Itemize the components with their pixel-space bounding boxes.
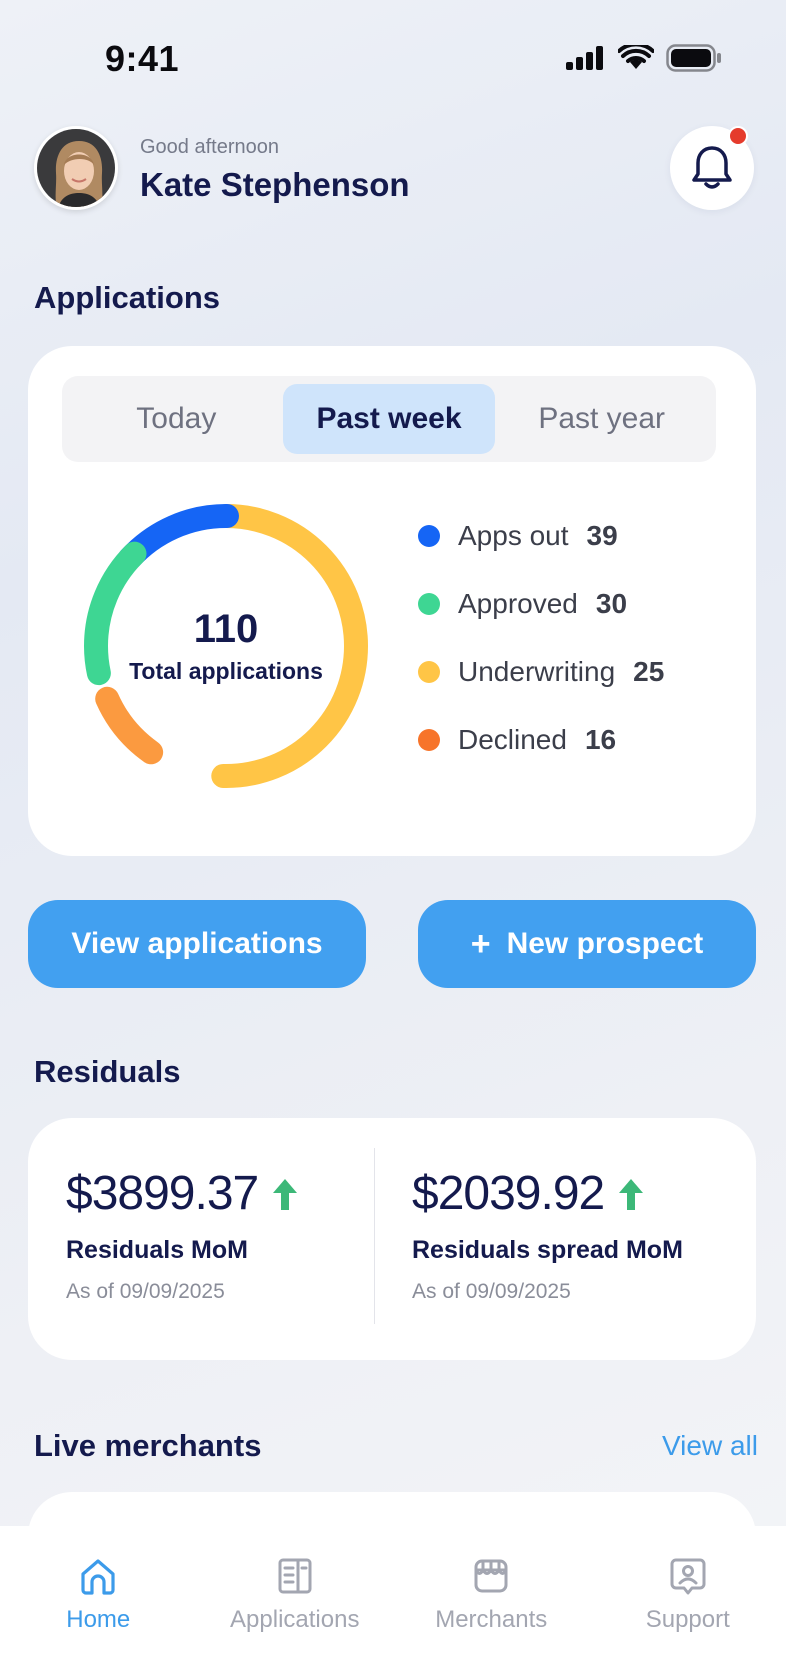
wifi-icon xyxy=(618,45,654,69)
applications-legend: Apps out 39 Approved 30 Underwriting 25 … xyxy=(418,518,664,790)
applications-card: Today Past week Past year 110 Total appl… xyxy=(28,346,756,856)
applications-donut-chart: 110 Total applications xyxy=(76,496,376,796)
legend-label: Apps out xyxy=(458,520,569,551)
tab-today[interactable]: Today xyxy=(70,384,283,454)
tab-applications[interactable]: Applications xyxy=(197,1526,394,1678)
tab-label: Support xyxy=(645,1606,730,1633)
bottom-tab-bar: Home Applications Merchants Support xyxy=(0,1526,786,1678)
legend-item-underwriting: Underwriting 25 xyxy=(418,654,664,690)
legend-value: 25 xyxy=(633,656,665,687)
user-name: Kate Stephenson xyxy=(140,166,410,203)
legend-label: Underwriting xyxy=(458,656,616,687)
residuals-title: Residuals xyxy=(34,1054,181,1089)
view-applications-label: View applications xyxy=(71,927,323,960)
tab-label: Applications xyxy=(230,1606,360,1633)
status-bar: 9:41 xyxy=(0,0,786,120)
tab-past-year[interactable]: Past year xyxy=(495,384,708,454)
battery-icon xyxy=(666,44,721,72)
period-segmented-control: Today Past week Past year xyxy=(62,376,716,462)
tab-past-week[interactable]: Past week xyxy=(282,384,496,454)
residuals-mom-date: As of 09/09/2025 xyxy=(66,1280,225,1303)
view-all-link[interactable]: View all xyxy=(662,1430,758,1462)
residuals-spread-mom: $2039.92 Residuals spread MoM As of 09/0… xyxy=(374,1118,720,1358)
arrow-up-icon xyxy=(273,1178,298,1210)
tab-support[interactable]: Support xyxy=(590,1526,786,1678)
status-icons xyxy=(566,44,722,72)
store-icon xyxy=(474,1559,508,1593)
tab-merchants[interactable]: Merchants xyxy=(393,1526,590,1678)
residuals-spread-amount: $2039.92 xyxy=(412,1167,605,1220)
total-applications-label: Total applications xyxy=(129,658,323,684)
signal-icon xyxy=(566,46,603,70)
greeting-text: Good afternoon xyxy=(140,136,279,158)
legend-value: 39 xyxy=(586,520,618,551)
legend-dot xyxy=(418,729,440,751)
legend-label: Declined xyxy=(458,724,567,755)
residuals-card: $3899.37 Residuals MoM As of 09/09/2025 … xyxy=(28,1118,756,1360)
residuals-mom-label: Residuals MoM xyxy=(66,1236,248,1264)
legend-item-declined: Declined 16 xyxy=(418,722,664,758)
legend-dot xyxy=(418,661,440,683)
residuals-spread-label: Residuals spread MoM xyxy=(412,1236,683,1264)
tab-label: Merchants xyxy=(435,1606,548,1633)
document-icon xyxy=(278,1558,312,1594)
residuals-mom-amount: $3899.37 xyxy=(66,1167,259,1220)
new-prospect-button[interactable]: + New prospect xyxy=(418,900,756,988)
tab-home[interactable]: Home xyxy=(0,1526,197,1678)
new-prospect-label: New prospect xyxy=(506,927,704,960)
notifications-button[interactable] xyxy=(670,126,754,210)
arrow-up-icon xyxy=(619,1178,644,1210)
legend-dot xyxy=(418,593,440,615)
legend-value: 30 xyxy=(595,588,628,619)
live-merchants-title: Live merchants xyxy=(34,1428,262,1463)
tab-label: Home xyxy=(66,1606,131,1633)
applications-title: Applications xyxy=(34,280,221,315)
view-applications-button[interactable]: View applications xyxy=(28,900,366,988)
legend-item-apps-out: Apps out 39 xyxy=(418,518,664,554)
legend-label: Approved xyxy=(458,588,578,619)
home-icon xyxy=(81,1559,115,1595)
legend-dot xyxy=(418,525,440,547)
residuals-spread-date: As of 09/09/2025 xyxy=(412,1280,571,1303)
residuals-mom: $3899.37 Residuals MoM As of 09/09/2025 xyxy=(28,1118,374,1358)
legend-value: 16 xyxy=(584,724,617,755)
legend-item-approved: Approved 30 xyxy=(418,586,664,622)
plus-icon: + xyxy=(470,924,491,963)
notification-badge xyxy=(728,126,748,146)
support-icon xyxy=(670,1558,706,1595)
profile-header: Good afternoon Kate Stephenson xyxy=(34,126,754,212)
total-applications-value: 110 xyxy=(193,607,259,651)
bell-icon xyxy=(692,146,732,189)
status-time: 9:41 xyxy=(105,38,180,79)
avatar[interactable] xyxy=(34,126,118,210)
